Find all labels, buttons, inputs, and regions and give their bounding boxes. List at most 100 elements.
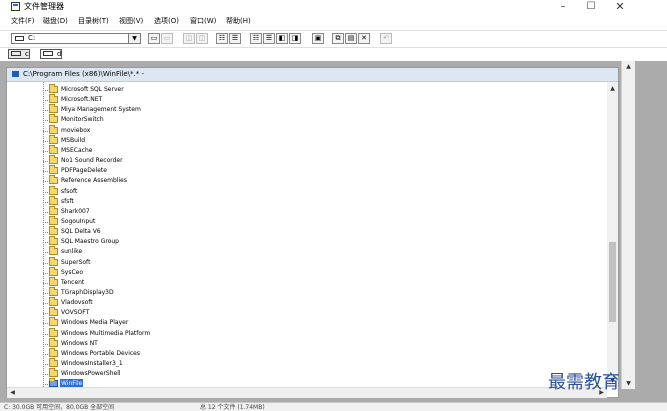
scroll-thumb[interactable] (609, 242, 616, 322)
folder-icon (49, 94, 58, 104)
folder-icon (49, 195, 58, 205)
drive-c-tab[interactable]: c (8, 49, 30, 59)
drive-select[interactable]: C: ▼ (11, 33, 141, 44)
tree-connector (43, 282, 48, 284)
menu-tree[interactable]: 目录树(T) (78, 16, 109, 27)
folder-icon (49, 246, 58, 256)
folder-label: Windows Multimedia Platform (61, 329, 151, 337)
folder-label: sfsoft (61, 187, 78, 195)
folder-label: Windows Portable Devices (61, 349, 140, 357)
tree-horizontal-scrollbar[interactable]: ◀ ▶ (7, 387, 607, 398)
list-view-icon[interactable]: ☷ (250, 33, 262, 44)
tree-connector (43, 364, 48, 366)
folder-icon (49, 378, 58, 387)
menu-window[interactable]: 窗口(W) (190, 16, 216, 27)
tree-connector (43, 232, 48, 234)
minimize-button[interactable]: – (550, 0, 576, 14)
folder-icon (49, 144, 58, 154)
folder-label: MSBuild (61, 136, 86, 144)
folder-label: SuperSoft (61, 258, 91, 266)
tree-vertical-scrollbar[interactable]: ▲ ▼ (607, 82, 618, 387)
folder-label: WindowsInstaller3_1 (61, 360, 123, 368)
folder-icon (49, 307, 58, 317)
tree-connector (43, 171, 48, 173)
folder-icon (49, 297, 58, 307)
details-view-icon[interactable]: ☰ (263, 33, 275, 44)
new-window-icon[interactable]: ▣ (312, 33, 324, 44)
watermark-text: 最需教育 (548, 372, 620, 393)
drive-bar: c d (0, 47, 667, 62)
folder-label: Miya Management System (61, 106, 141, 114)
folder-label: No1 Sound Recorder (61, 157, 123, 165)
directory-window[interactable]: C:\Program Files (x86)\WinFile\*.* - Mic… (6, 67, 619, 398)
folder-icon (49, 185, 58, 195)
drive-d-tab[interactable]: d (40, 49, 62, 59)
tree-connector (43, 191, 48, 193)
tree-connector (43, 201, 48, 203)
disconnect-drive-icon[interactable]: ▭ (161, 33, 173, 44)
directory-window-title: C:\Program Files (x86)\WinFile\*.* - (23, 70, 145, 78)
folder-icon (49, 215, 58, 225)
menu-file[interactable]: 文件(F) (11, 16, 35, 27)
folder-icon (49, 266, 58, 276)
directory-window-title-bar[interactable]: C:\Program Files (x86)\WinFile\*.* - (7, 68, 618, 82)
menu-disk[interactable]: 磁盘(D) (43, 16, 68, 27)
workspace-vertical-scrollbar[interactable]: ▲ ▼ (621, 61, 635, 389)
folder-icon (49, 84, 58, 93)
menu-options[interactable]: 选项(O) (154, 16, 179, 27)
directory-tree[interactable]: Microsoft SQL Server Microsoft.NET Miya Ma… (7, 82, 607, 387)
unshare-icon[interactable]: ◫ (196, 33, 208, 44)
menu-view[interactable]: 视图(V) (119, 16, 143, 27)
folder-icon (49, 134, 58, 144)
folder-label: Microsoft.NET (61, 96, 103, 104)
folder-label: Windows NT (61, 339, 98, 347)
tree-connector (43, 313, 48, 315)
delete-icon[interactable]: ✕ (358, 33, 370, 44)
drive-select-value: C: (28, 34, 36, 42)
close-button[interactable]: ✕ (607, 0, 633, 14)
scroll-left-icon[interactable]: ◀ (8, 388, 17, 398)
small-icons-icon[interactable]: ☰ (229, 33, 241, 44)
scroll-down-icon[interactable]: ▼ (624, 379, 633, 388)
folder-label: moviebox (61, 126, 91, 134)
folder-label: sunlike (61, 248, 83, 256)
paste-icon[interactable]: ▤ (345, 33, 357, 44)
connect-drive-icon[interactable]: ▭ (148, 33, 160, 44)
menu-help[interactable]: 帮助(H) (226, 16, 251, 27)
undo-icon[interactable]: ↶ (380, 33, 392, 44)
folder-label: Tencent (61, 278, 85, 286)
tree-connector (43, 110, 48, 112)
scroll-up-icon[interactable]: ▲ (624, 62, 633, 71)
folder-label: SQL Maestro Group (61, 238, 119, 246)
sort-type-icon[interactable]: ◨ (289, 33, 301, 44)
folder-icon (49, 368, 58, 378)
sort-name-icon[interactable]: ◧ (276, 33, 288, 44)
share-icon[interactable]: ◫ (183, 33, 195, 44)
folder-label: PDFPageDelete (61, 167, 107, 175)
drive-icon (43, 51, 53, 56)
folder-icon (49, 317, 58, 327)
chevron-down-icon[interactable]: ▼ (128, 34, 140, 43)
folder-label: MonitorSwitch (61, 116, 104, 124)
tree-connector (43, 181, 48, 183)
tree-connector (43, 150, 48, 152)
folder-label: Microsoft SQL Server (61, 86, 124, 93)
maximize-button[interactable]: ☐ (578, 0, 604, 14)
copy-icon[interactable]: ⧉ (332, 33, 344, 44)
folder-icon (49, 114, 58, 124)
tree-connector (43, 82, 44, 387)
folder-icon (49, 358, 58, 368)
folder-label: SysCeo (61, 268, 84, 276)
large-icons-icon[interactable]: ☷ (216, 33, 228, 44)
tree-connector (43, 323, 48, 325)
app-icon (11, 2, 20, 11)
drive-icon (11, 51, 21, 56)
scroll-up-icon[interactable]: ▲ (608, 84, 617, 93)
folder-icon (49, 226, 58, 236)
tree-connector (43, 100, 48, 102)
menu-bar: 文件(F) 磁盘(D) 目录树(T) 视图(V) 选项(O) 窗口(W) 帮助(… (0, 15, 667, 28)
folder-label: Windows Media Player (61, 319, 129, 327)
tree-connector (43, 293, 48, 294)
folder-label: sfsft (61, 197, 74, 205)
tree-connector (43, 130, 48, 132)
